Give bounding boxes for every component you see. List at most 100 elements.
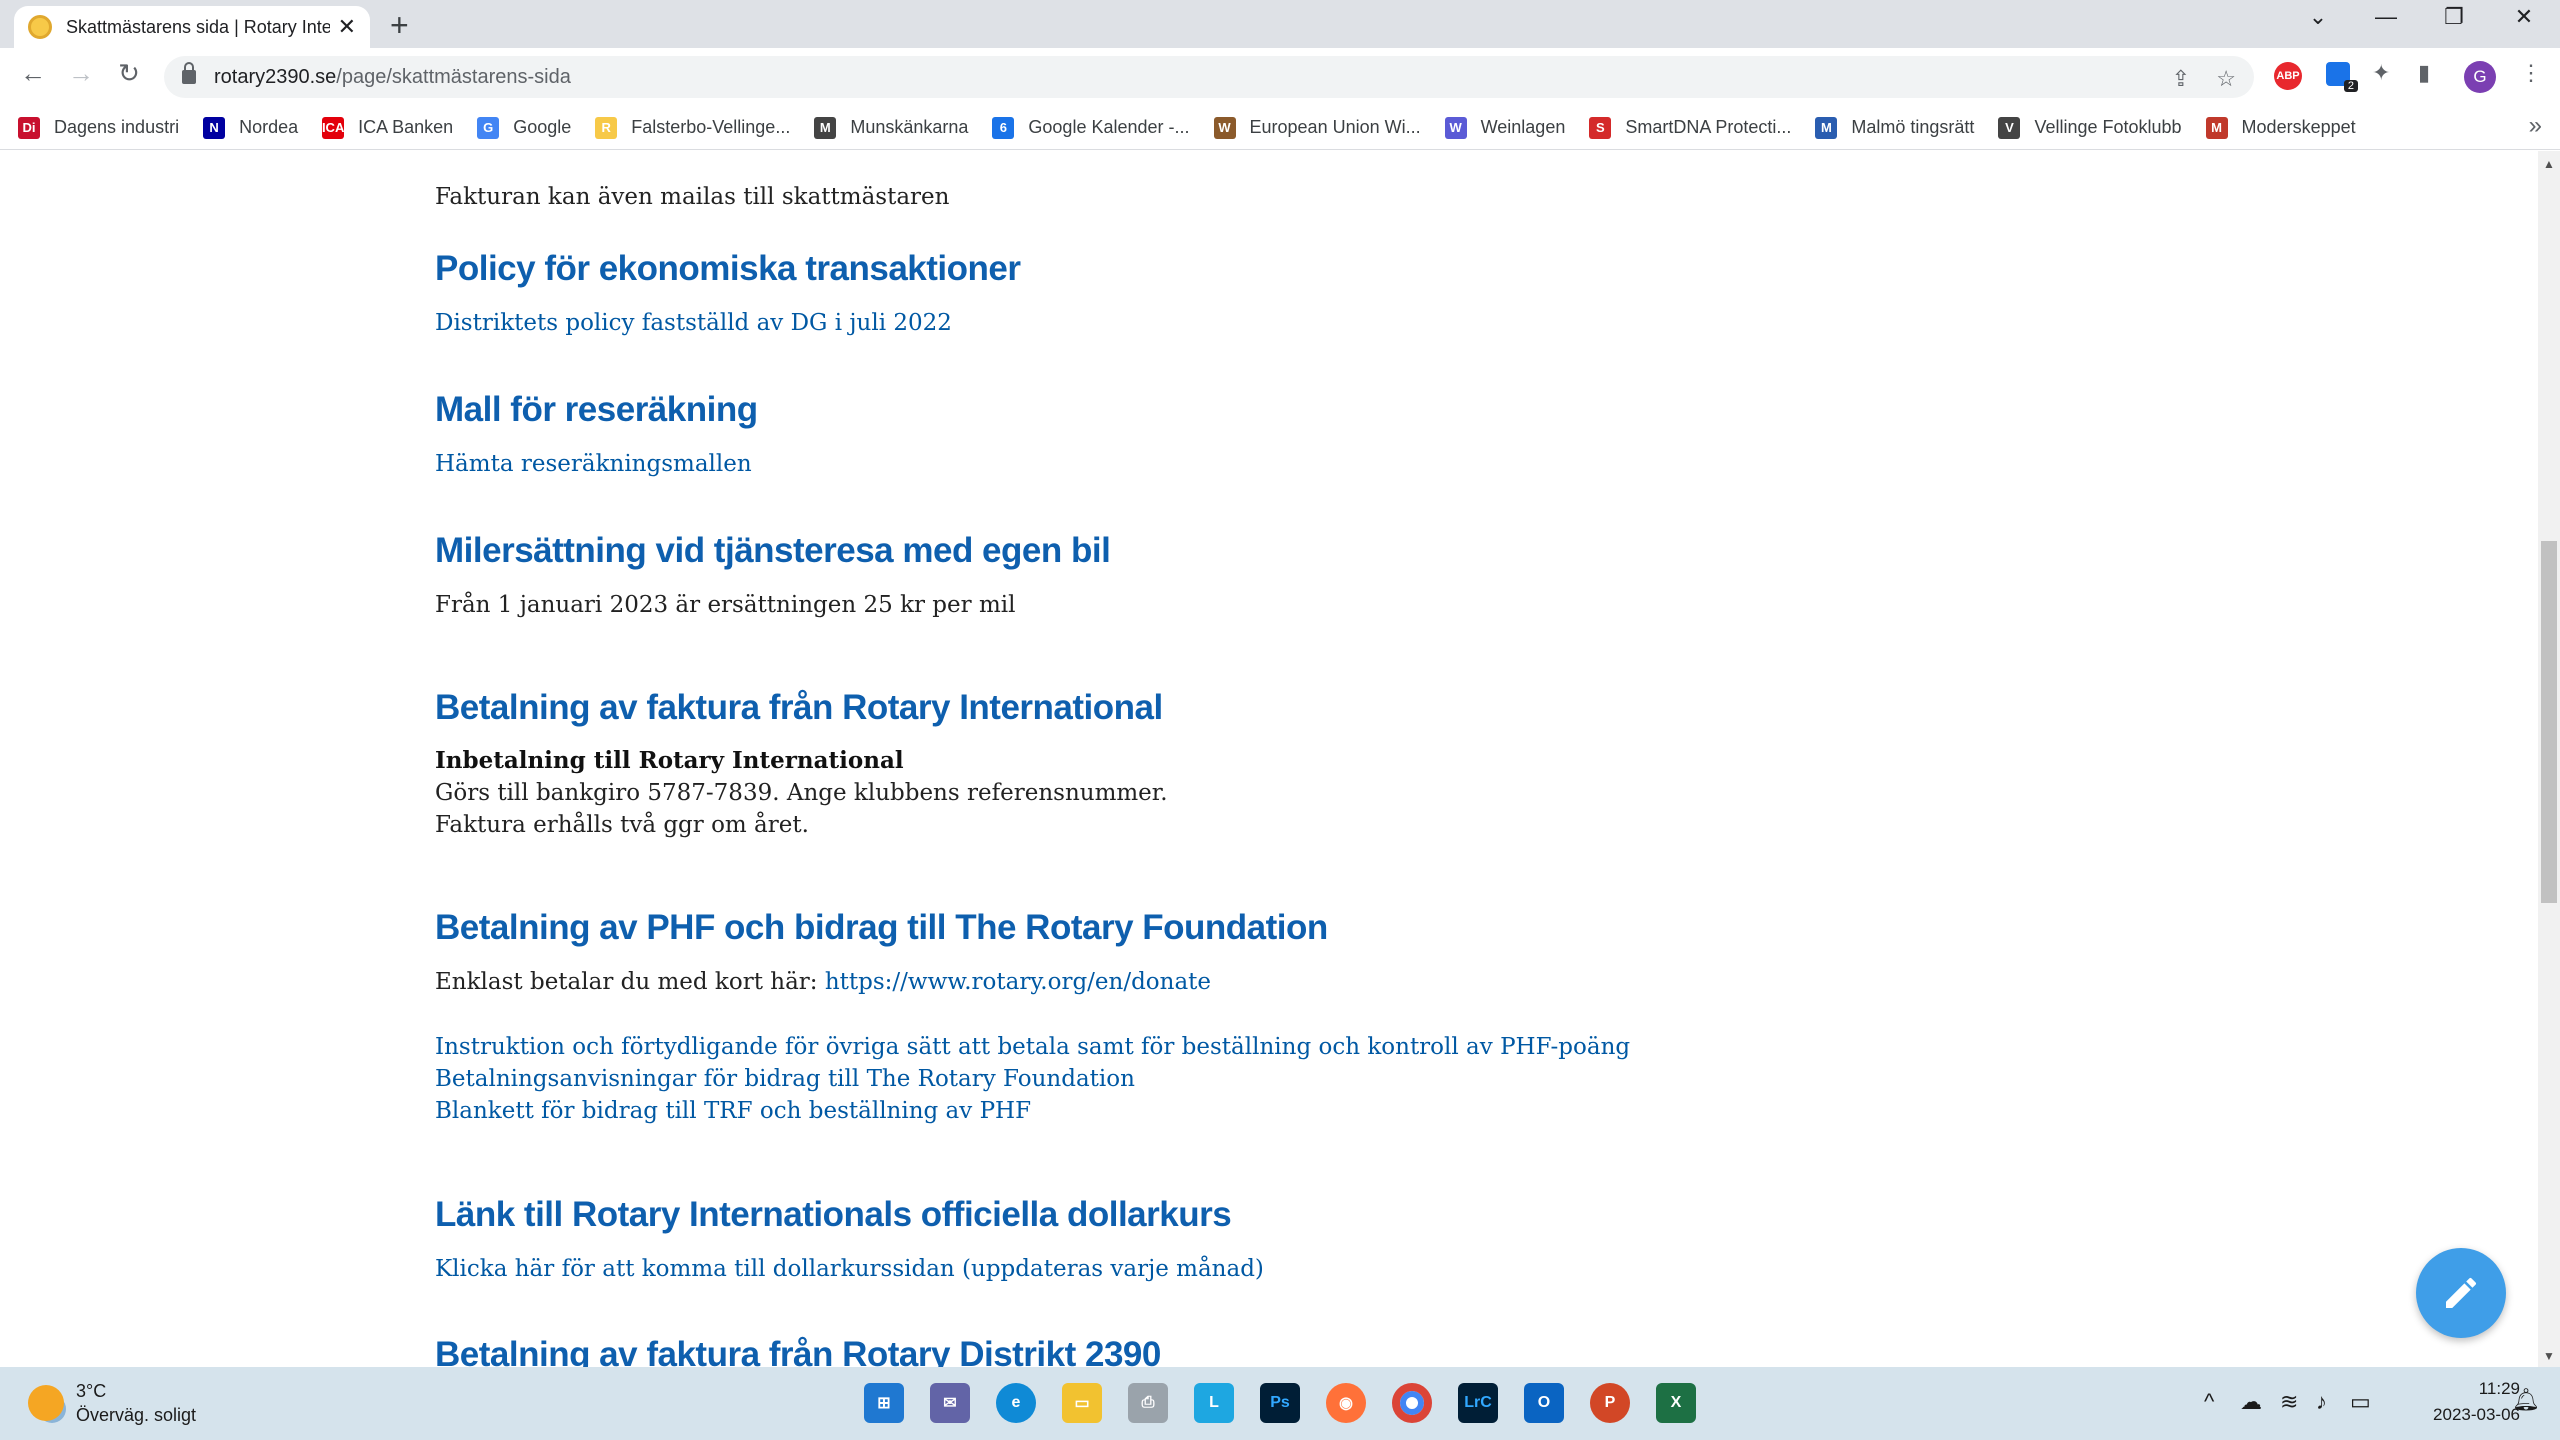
volume-icon[interactable]: ♪ <box>2316 1389 2327 1415</box>
ri-payment-line1: Görs till bankgiro 5787-7839. Ange klubb… <box>435 780 1168 806</box>
lightroom-classic-icon[interactable]: LrC <box>1458 1383 1498 1423</box>
bookmark-item[interactable]: G Google <box>477 116 572 139</box>
bookmark-label: Malmö tingsrätt <box>1851 117 1975 137</box>
firefox-icon[interactable]: ◉ <box>1326 1383 1366 1423</box>
bookmark-item[interactable]: N Nordea <box>203 116 298 139</box>
section-heading-travel-template: Mall för reseräkning <box>435 390 758 429</box>
bookmark-item[interactable]: ICA ICA Banken <box>322 116 454 139</box>
back-button[interactable]: ← <box>16 58 50 89</box>
bookmark-item[interactable]: 6 Google Kalender -... <box>992 116 1190 139</box>
extension-badge-count: 2 <box>2343 80 2358 92</box>
bookmark-favicon-icon: M <box>1815 116 1838 139</box>
tab-close-icon[interactable]: ✕ <box>338 14 356 40</box>
bookmark-label: Weinlagen <box>1480 117 1566 137</box>
bookmark-label: SmartDNA Protecti... <box>1625 117 1792 137</box>
bookmark-item[interactable]: M Moderskeppet <box>2205 116 2356 139</box>
onedrive-cloud-icon[interactable]: ☁ <box>2240 1389 2262 1415</box>
l-app-icon[interactable]: L <box>1194 1383 1234 1423</box>
bookmark-item[interactable]: W European Union Wi... <box>1213 116 1421 139</box>
trf-payment-instructions-link[interactable]: Betalningsanvisningar för bidrag till Th… <box>435 1063 1135 1095</box>
password-extension-icon[interactable]: 2 <box>2326 62 2358 92</box>
teams-chat-icon[interactable]: ✉ <box>930 1383 970 1423</box>
section-heading-dollar-rate: Länk till Rotary Internationals officiel… <box>435 1195 1232 1234</box>
bookmark-favicon-icon: M <box>814 116 837 139</box>
scroll-thumb[interactable] <box>2541 541 2557 903</box>
donate-link[interactable]: https://www.rotary.org/en/donate <box>825 966 1211 998</box>
tray-overflow-icon[interactable]: ^ <box>2204 1389 2214 1415</box>
bookmark-favicon-icon: M <box>2205 116 2228 139</box>
section-heading-ri-invoice: Betalning av faktura från Rotary Interna… <box>435 688 1163 727</box>
battery-icon[interactable]: ▭ <box>2350 1389 2371 1415</box>
profile-avatar[interactable]: G <box>2464 61 2496 93</box>
lock-icon[interactable] <box>182 62 196 84</box>
section-heading-district-invoice: Betalning av faktura från Rotary Distrik… <box>435 1335 1161 1367</box>
page-viewport: Fakturan kan även mailas till skattmästa… <box>0 151 2538 1367</box>
excel-icon[interactable]: X <box>1656 1383 1696 1423</box>
phf-instruction-link[interactable]: Instruktion och förtydligande för övriga… <box>435 1031 1630 1063</box>
weather-temperature[interactable]: 3°C <box>76 1381 106 1402</box>
start-windows-icon[interactable]: ⊞ <box>864 1383 904 1423</box>
section-heading-mileage: Milersättning vid tjänsteresa med egen b… <box>435 531 1111 570</box>
bookmark-label: Google Kalender -... <box>1028 117 1190 137</box>
wifi-icon[interactable]: ≋ <box>2280 1389 2298 1415</box>
bookmark-item[interactable]: R Falsterbo-Vellinge... <box>595 116 791 139</box>
notification-bell-icon[interactable]: 🔔︎ <box>2512 1387 2540 1413</box>
side-panel-icon[interactable]: ▮ <box>2418 60 2430 86</box>
intro-text: Fakturan kan även mailas till skattmästa… <box>435 184 950 210</box>
dollar-rate-link[interactable]: Klicka här för att komma till dollarkurs… <box>435 1253 1264 1285</box>
url-domain: rotary2390.se <box>214 65 337 88</box>
restore-button[interactable]: ❐ <box>2434 4 2474 30</box>
bookmark-star-icon[interactable]: ☆ <box>2216 66 2236 92</box>
bookmark-label: Moderskeppet <box>2241 117 2356 137</box>
scroll-up-icon[interactable]: ▲ <box>2543 157 2555 171</box>
adblock-extension-icon[interactable]: ABP <box>2274 62 2302 90</box>
scroll-down-icon[interactable]: ▼ <box>2543 1349 2555 1363</box>
weather-description[interactable]: Överväg. soligt <box>76 1405 196 1426</box>
url-path: /page/skattmästarens-sida <box>336 65 571 88</box>
bookmark-label: Google <box>513 117 572 137</box>
printer-app-icon[interactable]: ⎙ <box>1128 1383 1168 1423</box>
bookmark-label: Falsterbo-Vellinge... <box>631 117 791 137</box>
bookmark-item[interactable]: M Munskänkarna <box>814 116 968 139</box>
outlook-icon[interactable]: O <box>1524 1383 1564 1423</box>
clock-date[interactable]: 2023-03-06 <box>2400 1405 2520 1425</box>
bookmark-favicon-icon: Di <box>18 116 40 139</box>
edge-browser-icon[interactable]: e <box>996 1383 1036 1423</box>
file-explorer-icon[interactable]: ▭ <box>1062 1383 1102 1423</box>
bookmark-label: European Union Wi... <box>1249 117 1421 137</box>
ri-payment-line2: Faktura erhålls två ggr om året. <box>435 812 809 838</box>
new-tab-button[interactable]: + <box>390 7 409 44</box>
share-icon[interactable]: ⇪ <box>2172 66 2190 92</box>
chrome-menu-icon[interactable]: ⋮ <box>2520 60 2542 86</box>
phf-donate-label: Enklast betalar du med kort här: <box>435 969 825 995</box>
address-bar[interactable]: rotary2390.se/page/skattmästarens-sida ⇪… <box>164 56 2254 98</box>
photoshop-icon[interactable]: Ps <box>1260 1383 1300 1423</box>
weather-sun-icon[interactable] <box>28 1385 64 1421</box>
tab-search-icon[interactable]: ⌄ <box>2298 4 2338 30</box>
forward-button[interactable]: → <box>64 58 98 89</box>
powerpoint-icon[interactable]: P <box>1590 1383 1630 1423</box>
close-window-button[interactable]: ✕ <box>2504 4 2544 30</box>
extensions-puzzle-icon[interactable]: ✦ <box>2372 60 2390 86</box>
bookmark-label: ICA Banken <box>358 117 454 137</box>
bookmark-favicon-icon: W <box>1213 116 1236 139</box>
bookmark-item[interactable]: Di Dagens industri <box>18 116 179 139</box>
edit-pencil-button[interactable] <box>2416 1248 2506 1338</box>
bookmark-item[interactable]: S SmartDNA Protecti... <box>1589 116 1792 139</box>
bookmarks-bar: Di Dagens industri N Nordea ICA ICA Banken G Go… <box>0 106 2560 150</box>
policy-link[interactable]: Distriktets policy fastställd av DG i ju… <box>435 307 952 339</box>
browser-toolbar: ← → ↻ rotary2390.se/page/skattmästarens-… <box>0 48 2560 106</box>
chrome-taskbar-icon[interactable] <box>1392 1383 1432 1423</box>
reload-button[interactable]: ↻ <box>112 58 146 89</box>
minimize-button[interactable]: — <box>2366 4 2406 30</box>
mileage-text: Från 1 januari 2023 är ersättningen 25 k… <box>435 592 1016 618</box>
active-tab[interactable]: Skattmästarens sida | Rotary Internation… <box>14 6 370 48</box>
bookmark-item[interactable]: V Vellinge Fotoklubb <box>1998 116 2182 139</box>
trf-form-link[interactable]: Blankett för bidrag till TRF och beställ… <box>435 1095 1031 1127</box>
bookmark-item[interactable]: W Weinlagen <box>1444 116 1566 139</box>
page-scrollbar[interactable]: ▲ ▼ <box>2538 151 2560 1367</box>
travel-template-link[interactable]: Hämta reseräkningsmallen <box>435 448 752 480</box>
clock-time[interactable]: 11:29 <box>2440 1379 2520 1399</box>
bookmark-item[interactable]: M Malmö tingsrätt <box>1815 116 1975 139</box>
more-bookmarks-icon[interactable]: » <box>2529 112 2542 140</box>
